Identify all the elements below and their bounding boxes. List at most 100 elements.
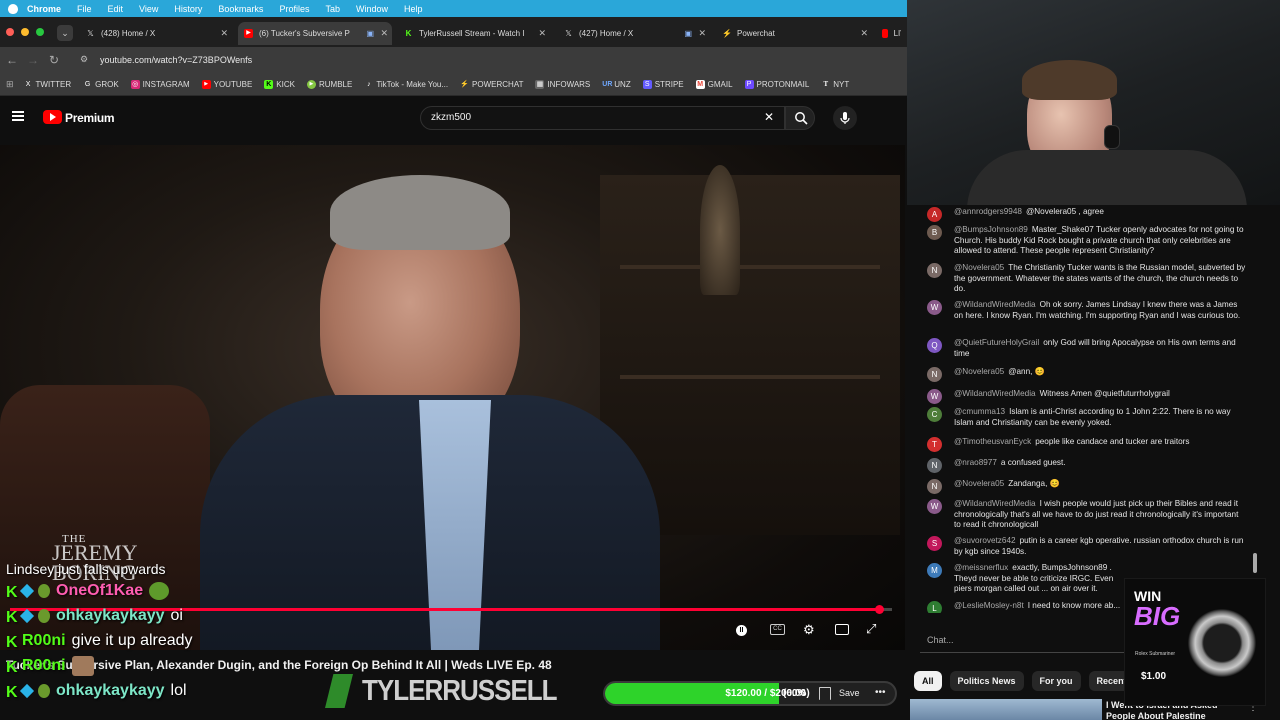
chat-username: OneOf1Kae <box>56 581 144 599</box>
close-icon[interactable]: ✕ <box>538 28 546 39</box>
chip-politics-news[interactable]: Politics News <box>949 671 1024 691</box>
bookmark-twitter[interactable]: X TWITTER <box>24 80 71 89</box>
menu-tab[interactable]: Tab <box>325 4 340 14</box>
voice-search-button[interactable] <box>833 106 857 130</box>
menu-profiles[interactable]: Profiles <box>279 4 309 14</box>
reload-icon[interactable]: ↻ <box>49 53 59 67</box>
watch-product-icon <box>1187 593 1257 693</box>
hamburger-menu-icon[interactable] <box>12 111 24 121</box>
youtube-icon: ▶ <box>244 29 253 38</box>
chat-author[interactable]: @LeslieMosley-n8t <box>954 601 1024 610</box>
tab-youtube-active[interactable]: ▶ (6) Tucker's Subversive P ▣ ✕ <box>238 22 392 45</box>
bookmark-kick[interactable]: K KICK <box>264 80 295 89</box>
tab-x-home-2[interactable]: 𝕏 (427) Home / X ▣ ✕ <box>558 22 710 45</box>
chat-author[interactable]: @suvorovetz642 <box>954 536 1016 545</box>
bookmark-tiktok[interactable]: ♪ TikTok - Make You... <box>364 80 448 89</box>
bookmark-powerchat[interactable]: ⚡ POWERCHAT <box>460 80 523 89</box>
close-icon[interactable]: ✕ <box>380 28 388 39</box>
chat-message: W @WildandWiredMedia Witness Amen @quietfu… <box>927 389 1247 404</box>
chat-text: @ann, 😊 <box>1008 367 1045 376</box>
video-scrubber-handle[interactable] <box>874 605 884 614</box>
bookmark-nyt[interactable]: T NYT <box>821 80 849 89</box>
chat-author[interactable]: @annrodgers9948 <box>954 207 1022 216</box>
tab-live[interactable]: LIV <box>876 22 907 45</box>
back-icon[interactable]: ← <box>6 53 18 67</box>
avatar: B <box>927 225 942 240</box>
bookmark-stripe[interactable]: S STRIPE <box>642 80 684 89</box>
bookmark-infowars[interactable]: ▦ INFOWARS <box>535 80 590 89</box>
tab-search-chevron-icon[interactable]: ⌄ <box>57 25 73 41</box>
clear-search-icon[interactable]: ✕ <box>764 110 774 124</box>
streamer-webcam <box>907 0 1280 210</box>
chat-author[interactable]: @WildandWiredMedia <box>954 499 1036 508</box>
bookmark-grok[interactable]: G GROK <box>83 80 119 89</box>
tab-powerchat[interactable]: ⚡ Powerchat ✕ <box>716 22 872 45</box>
chat-author[interactable]: @Novelera05 <box>954 479 1004 488</box>
chat-author[interactable]: @TimotheusvanEyck <box>954 437 1031 446</box>
menu-window[interactable]: Window <box>356 4 388 14</box>
close-icon[interactable]: ✕ <box>698 28 706 39</box>
chat-line: Lindsey just falls upwards <box>6 560 306 578</box>
chat-author[interactable]: @Novelera05 <box>954 263 1004 272</box>
menu-help[interactable]: Help <box>404 4 423 14</box>
chip-for-you[interactable]: For you <box>1031 671 1081 691</box>
address-url[interactable]: youtube.com/watch?v=Z73BPOWenfs <box>100 55 252 65</box>
address-bar-row: ← → ↻ ⚙ youtube.com/watch?v=Z73BPOWenfs <box>0 47 907 74</box>
chip-all[interactable]: All <box>914 671 942 691</box>
menu-app-name[interactable]: Chrome <box>27 4 61 14</box>
menu-edit[interactable]: Edit <box>108 4 124 14</box>
save-button[interactable]: Save <box>839 683 860 704</box>
apps-grid-icon[interactable]: ⊞ <box>6 79 14 90</box>
close-icon[interactable]: ✕ <box>220 28 228 39</box>
stream-chat-overlay: Lindsey just falls upwards K OneOf1Kae K… <box>6 560 306 703</box>
site-info-icon[interactable]: ⚙ <box>80 54 92 66</box>
menu-bookmarks[interactable]: Bookmarks <box>218 4 263 14</box>
chat-author[interactable]: @WildandWiredMedia <box>954 389 1036 398</box>
close-window-button[interactable] <box>6 28 14 36</box>
apple-icon[interactable] <box>8 3 18 14</box>
tab-x-home-1[interactable]: 𝕏 (428) Home / X ✕ <box>80 22 232 45</box>
ad-overlay[interactable]: WIN BIG Rolex Submariner $1.00 <box>1124 578 1266 706</box>
autoplay-toggle-icon[interactable]: II <box>736 625 747 636</box>
bookmark-label: YOUTUBE <box>213 80 253 89</box>
youtube-logo-icon[interactable] <box>43 110 62 124</box>
bookmark-instagram[interactable]: ◎ INSTAGRAM <box>130 80 190 89</box>
bookmark-protonmail[interactable]: P PROTONMAIL <box>744 80 809 89</box>
menu-file[interactable]: File <box>77 4 92 14</box>
fullscreen-icon[interactable]: ⤢ <box>866 621 876 637</box>
more-options-icon[interactable]: ••• <box>875 683 886 702</box>
captions-icon[interactable]: CC <box>770 624 785 635</box>
chat-message-text: Lindsey just falls upwards <box>6 561 166 577</box>
chat-author[interactable]: @meissnerflux <box>954 563 1008 572</box>
settings-gear-icon[interactable]: ⚙ <box>803 622 815 638</box>
chat-author[interactable]: @BumpsJohnson89 <box>954 225 1028 234</box>
search-button[interactable] <box>785 106 815 130</box>
avatar: W <box>927 389 942 404</box>
bookmarks-bar: ⊞ X TWITTER G GROK ◎ INSTAGRAM ▶ YOUTUBE K KI… <box>0 74 907 96</box>
bookmark-unz[interactable]: UR UNZ <box>602 80 630 89</box>
menu-history[interactable]: History <box>174 4 202 14</box>
minimize-window-button[interactable] <box>21 28 29 36</box>
bookmark-youtube[interactable]: ▶ YOUTUBE <box>201 80 253 89</box>
tab-kick-stream[interactable]: K TylerRussell Stream - Watch I ✕ <box>398 22 550 45</box>
chat-author[interactable]: @cmumma13 <box>954 407 1005 416</box>
chat-author[interactable]: @Novelera05 <box>954 367 1004 376</box>
next-video-thumbnail[interactable] <box>910 699 1102 720</box>
chat-author[interactable]: @QuietFutureHolyGrail <box>954 338 1039 347</box>
chat-line: K R00ni <box>6 653 306 678</box>
bookmark-rumble[interactable]: ▶ RUMBLE <box>306 80 353 89</box>
chat-author[interactable]: @nrao8977 <box>954 458 997 467</box>
chat-input[interactable]: Chat... <box>920 627 1125 653</box>
menu-view[interactable]: View <box>139 4 158 14</box>
chat-scrollbar[interactable] <box>1253 553 1257 573</box>
bookmark-gmail[interactable]: M GMAIL <box>695 80 733 89</box>
zoom-window-button[interactable] <box>36 28 44 36</box>
chat-author[interactable]: @WildandWiredMedia <box>954 300 1036 309</box>
bookmark-label: RUMBLE <box>318 80 353 89</box>
chat-message: M @meissnerflux exactly, BumpsJohnson89 . … <box>927 563 1127 595</box>
tab-label: (427) Home / X <box>579 29 634 38</box>
theater-mode-icon[interactable] <box>835 624 849 635</box>
forward-icon[interactable]: → <box>27 53 39 67</box>
close-icon[interactable]: ✕ <box>860 28 868 39</box>
search-input[interactable]: zkzm500 ✕ <box>420 106 785 130</box>
